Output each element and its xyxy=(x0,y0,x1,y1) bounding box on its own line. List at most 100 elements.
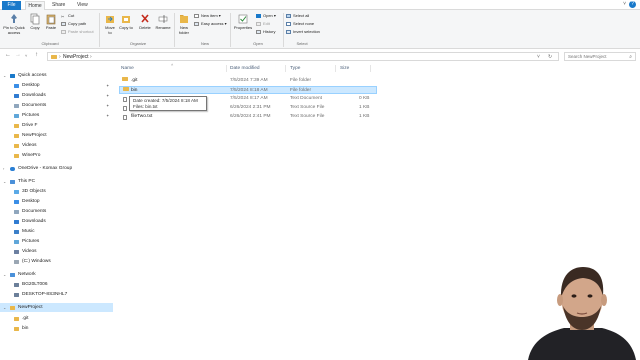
nav-pc-documents[interactable]: Documents xyxy=(0,207,113,216)
column-header-type[interactable]: Type xyxy=(290,64,300,73)
nav-pc-desktop[interactable]: Desktop xyxy=(0,197,113,206)
open-button[interactable]: Open ▾ xyxy=(256,13,276,19)
column-divider[interactable] xyxy=(285,65,286,72)
nav-network-host-1[interactable]: BG20LT006 xyxy=(0,280,113,289)
nav-network-host-2[interactable]: DESKTOP-8S3NHL7 xyxy=(0,290,113,299)
cut-button[interactable]: ✂ Cut xyxy=(61,13,74,19)
history-button[interactable]: History xyxy=(256,29,275,35)
tab-view[interactable]: View xyxy=(73,1,92,10)
file-row[interactable]: fileTwo.txt 6/26/2024 2:41 PM Text Sourc… xyxy=(119,113,377,121)
breadcrumb-separator-icon[interactable]: › xyxy=(90,53,92,61)
select-group-label: Select xyxy=(296,41,308,46)
tab-share[interactable]: Share xyxy=(48,1,69,10)
nav-quick-newproject[interactable]: NewProject xyxy=(0,131,113,140)
copy-to-button[interactable]: Copy to xyxy=(119,13,133,31)
column-header-name[interactable]: Name xyxy=(121,64,134,73)
nav-pc-downloads[interactable]: Downloads xyxy=(0,217,113,226)
column-divider[interactable] xyxy=(226,65,227,72)
new-item-icon xyxy=(194,13,199,18)
easy-access-button[interactable]: Easy access ▾ xyxy=(194,21,227,27)
column-header-size[interactable]: Size xyxy=(340,64,349,73)
invert-selection-icon xyxy=(286,29,291,34)
search-icon: ⌕ xyxy=(629,54,632,60)
nav-sub-git[interactable]: .git xyxy=(0,314,113,323)
refresh-icon[interactable]: ↻ xyxy=(548,53,552,61)
search-box[interactable]: ⌕ xyxy=(564,52,636,61)
nav-pc-pictures[interactable]: Pictures xyxy=(0,237,113,246)
paste-button[interactable]: Paste xyxy=(44,13,58,31)
nav-pc-c-drive[interactable]: (C:) Windows xyxy=(0,257,113,266)
file-row[interactable]: .git 7/5/2024 7:39 AM File folder xyxy=(119,77,377,85)
nav-pc-videos[interactable]: Videos xyxy=(0,247,113,256)
nav-quick-access[interactable]: ⌄ Quick access xyxy=(0,71,113,80)
back-arrow-icon[interactable]: ← xyxy=(5,52,11,58)
copy-to-icon xyxy=(122,16,130,23)
text-file-icon xyxy=(123,105,127,111)
paste-shortcut-button[interactable]: Paste shortcut xyxy=(61,29,94,35)
nav-quick-videos[interactable]: Videos xyxy=(0,141,113,150)
nav-current-folder[interactable]: ⌄ NewProject xyxy=(0,303,113,312)
nav-quick-pictures[interactable]: Pictures ✦ xyxy=(0,111,113,120)
properties-button[interactable]: Properties xyxy=(233,13,253,31)
music-note-icon xyxy=(14,229,19,234)
expand-arrow-icon[interactable]: ⌄ xyxy=(3,71,6,80)
tab-home[interactable]: Home xyxy=(25,1,45,10)
ribbon-collapse-chevron-icon[interactable]: ˅ xyxy=(623,1,626,7)
breadcrumb-newproject[interactable]: NewProject xyxy=(63,53,89,61)
forward-arrow-icon[interactable]: → xyxy=(15,52,21,58)
pinned-icon[interactable]: ✦ xyxy=(106,101,109,110)
address-bar[interactable]: › NewProject › ˅ ↻ xyxy=(47,52,559,61)
column-divider[interactable] xyxy=(335,65,336,72)
nav-quick-desktop[interactable]: Desktop ✦ xyxy=(0,81,113,90)
expand-arrow-icon[interactable]: ⌄ xyxy=(3,303,6,312)
pinned-icon[interactable]: ✦ xyxy=(106,91,109,100)
column-header-date[interactable]: Date modified xyxy=(230,64,260,73)
nav-quick-documents[interactable]: Documents ✦ xyxy=(0,101,113,110)
properties-check-icon xyxy=(238,14,248,24)
nav-onedrive[interactable]: › OneDrive - Komax Group xyxy=(0,164,113,173)
delete-button[interactable]: Delete xyxy=(137,13,153,31)
nav-pc-3d-objects[interactable]: 3D Objects xyxy=(0,187,113,196)
select-all-icon xyxy=(286,13,291,18)
address-dropdown-chevron-icon[interactable]: ˅ xyxy=(537,53,540,61)
edit-button[interactable]: Edit xyxy=(256,21,270,27)
expand-arrow-icon[interactable]: › xyxy=(3,164,4,173)
folder-icon xyxy=(14,153,19,158)
nav-sub-bin[interactable]: bin xyxy=(0,324,113,333)
text-file-icon xyxy=(123,96,127,102)
recent-locations-chevron-icon[interactable]: ˅ xyxy=(25,53,27,58)
search-input[interactable] xyxy=(565,53,625,60)
new-folder-button[interactable]: New folder xyxy=(177,13,191,35)
copy-path-button[interactable]: Copy path xyxy=(61,21,86,27)
group-divider xyxy=(283,13,284,47)
nav-quick-drive-f[interactable]: Drive F xyxy=(0,121,113,130)
select-none-button[interactable]: Select none xyxy=(286,21,314,27)
help-icon[interactable]: ? xyxy=(629,1,636,8)
presenter-video-image xyxy=(522,262,640,360)
up-arrow-icon[interactable]: ↑ xyxy=(35,52,38,58)
open-group-label: Open xyxy=(253,41,263,46)
nav-this-pc[interactable]: ⌄ This PC xyxy=(0,177,113,186)
invert-selection-button[interactable]: Invert selection xyxy=(286,29,320,35)
copy-button[interactable]: Copy xyxy=(28,13,42,31)
nav-pc-music[interactable]: Music xyxy=(0,227,113,236)
select-all-button[interactable]: Select all xyxy=(286,13,309,19)
file-row-selected[interactable]: bin 7/5/2024 8:18 AM File folder xyxy=(119,86,377,94)
clipboard-group-label: Clipboard xyxy=(41,41,59,46)
expand-arrow-icon[interactable]: ⌄ xyxy=(3,177,6,186)
copy-path-icon xyxy=(61,21,66,26)
new-item-button[interactable]: New item ▾ xyxy=(194,13,221,19)
tab-file[interactable]: File xyxy=(2,1,21,10)
expand-arrow-icon[interactable]: ⌄ xyxy=(3,270,6,279)
video-icon xyxy=(14,249,19,254)
column-divider[interactable] xyxy=(370,65,371,72)
move-to-button[interactable]: Move to xyxy=(103,13,117,35)
nav-quick-downloads[interactable]: Downloads ✦ xyxy=(0,91,113,100)
pinned-icon[interactable]: ✦ xyxy=(106,81,109,90)
pin-quick-access-button[interactable]: Pin to Quick access xyxy=(3,13,25,35)
folder-icon xyxy=(10,305,15,310)
rename-button[interactable]: Rename xyxy=(154,13,172,31)
nav-quick-winepro[interactable]: WinePro xyxy=(0,151,113,160)
pinned-icon[interactable]: ✦ xyxy=(106,111,109,120)
nav-network[interactable]: ⌄ Network xyxy=(0,270,113,279)
